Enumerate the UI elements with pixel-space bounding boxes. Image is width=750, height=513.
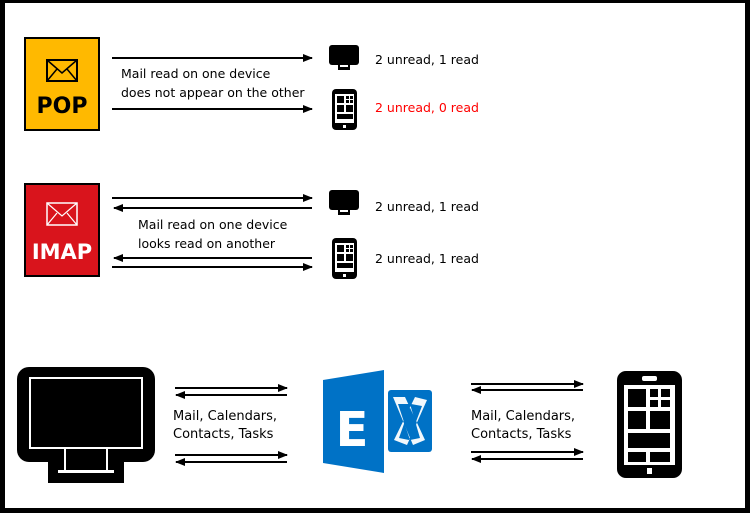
imap-label: IMAP xyxy=(32,240,92,264)
right-caption-1: Mail, Calendars, xyxy=(471,409,575,424)
left-caption-2: Contacts, Tasks xyxy=(173,427,274,442)
imap-desktop-status: 2 unread, 1 read xyxy=(375,199,479,214)
pop-desktop-status: 2 unread, 1 read xyxy=(375,52,479,67)
diagram: POP Mail read on one device does not app… xyxy=(5,3,745,508)
right-caption-2: Contacts, Tasks xyxy=(471,427,572,442)
phone-icon xyxy=(332,89,357,130)
imap-section: IMAP Mail read on one device looks read … xyxy=(24,183,479,279)
left-caption-1: Mail, Calendars, xyxy=(173,409,277,424)
phone-icon xyxy=(332,238,357,279)
pop-label: POP xyxy=(37,94,88,119)
pop-phone-status: 2 unread, 0 read xyxy=(375,100,479,115)
exchange-logo: E xyxy=(323,370,432,473)
imap-caption-1: Mail read on one device xyxy=(138,217,288,232)
diagram-canvas: POP Mail read on one device does not app… xyxy=(17,37,682,483)
monitor-icon xyxy=(17,367,155,483)
phone-icon xyxy=(617,371,682,478)
imap-phone-status: 2 unread, 1 read xyxy=(375,251,479,266)
monitor-icon xyxy=(329,45,359,70)
pop-section: POP Mail read on one device does not app… xyxy=(24,37,479,131)
exchange-section: Mail, Calendars, Contacts, Tasks E Mail,… xyxy=(17,367,682,483)
monitor-icon xyxy=(329,190,359,215)
pop-caption-2: does not appear on the other xyxy=(121,85,305,100)
pop-caption-1: Mail read on one device xyxy=(121,66,271,81)
imap-caption-2: looks read on another xyxy=(138,236,276,251)
svg-text:E: E xyxy=(336,402,369,458)
